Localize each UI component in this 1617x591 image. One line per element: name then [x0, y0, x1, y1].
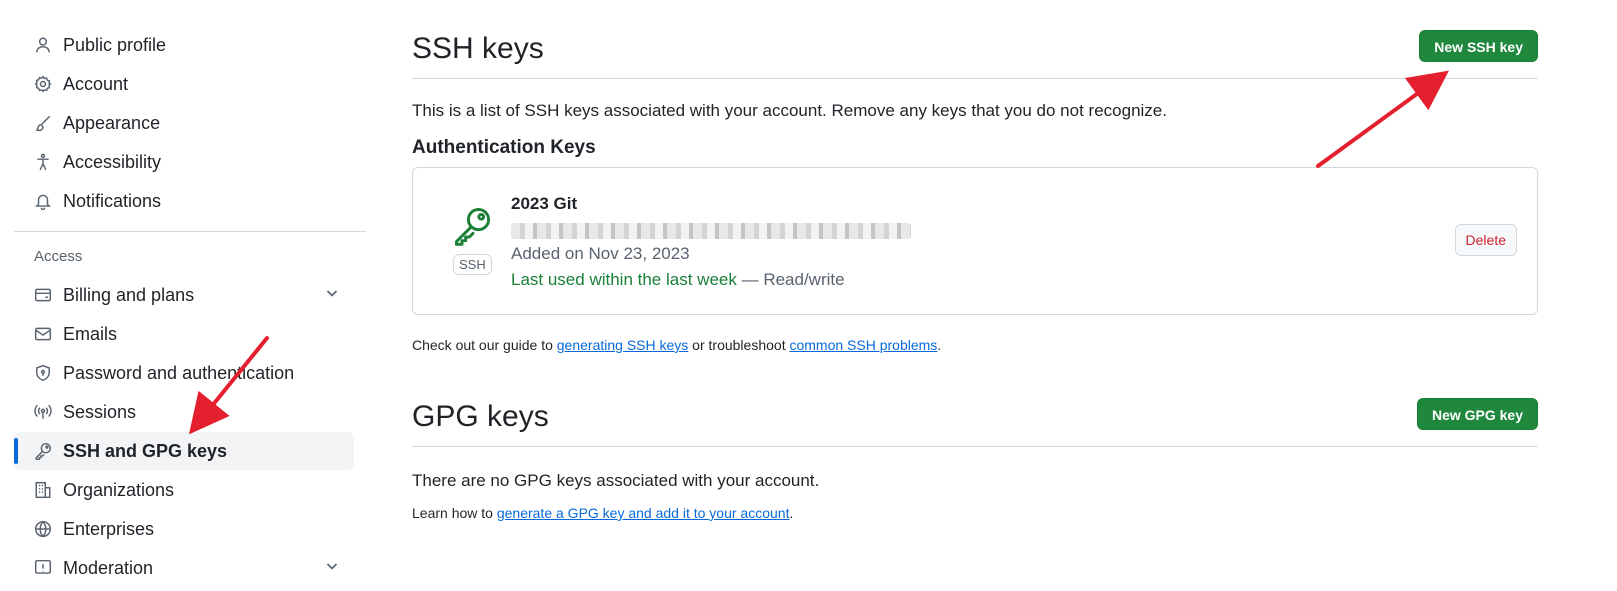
sidebar-item-label: Sessions: [63, 401, 137, 422]
sidebar-item-label: Notifications: [63, 190, 162, 211]
gpg-learn-prefix: Learn how to: [412, 505, 497, 521]
sidebar-divider: [14, 231, 366, 232]
paintbrush-icon: [34, 114, 52, 132]
gpg-learn-suffix: .: [789, 505, 794, 521]
bell-icon: [34, 192, 52, 210]
sidebar-item-label: Emails: [63, 323, 118, 344]
sidebar-item-accessibility[interactable]: Accessibility: [14, 143, 366, 181]
sidebar-item-ssh-and-gpg-keys[interactable]: SSH and GPG keys: [14, 432, 354, 470]
gpg-learn-text: Learn how to generate a GPG key and add …: [412, 505, 1538, 521]
guide-middle: or troubleshoot: [688, 337, 790, 353]
broadcast-icon: [34, 403, 52, 421]
generating-ssh-keys-link[interactable]: generating SSH keys: [557, 337, 689, 353]
sidebar-section-title-access: Access: [34, 248, 83, 265]
sidebar-item-label: Billing and plans: [63, 284, 195, 305]
ssh-key-item: SSH 2023 Git Added on Nov 23, 2023 Last …: [412, 167, 1538, 315]
credit-card-icon: [34, 286, 52, 304]
organization-icon: [34, 481, 52, 499]
sidebar-top-group: Public profile Account Appearance Accessibi…: [14, 26, 366, 220]
sidebar-item-label: Password and authentication: [63, 362, 295, 383]
sidebar-item-public-profile[interactable]: Public profile: [14, 26, 366, 64]
gpg-empty-text: There are no GPG keys associated with yo…: [412, 471, 820, 490]
ssh-header: SSH keys New SSH key: [412, 30, 1538, 79]
sidebar-item-billing-and-plans[interactable]: Billing and plans: [14, 276, 366, 314]
ssh-title: SSH keys: [412, 32, 544, 65]
shield-lock-icon: [34, 364, 52, 382]
sidebar-item-account[interactable]: Account: [14, 65, 366, 103]
generate-gpg-key-link[interactable]: generate a GPG key and add it to your ac…: [497, 505, 790, 521]
mail-icon: [34, 325, 52, 343]
ssh-key-access-level: — Read/write: [741, 270, 845, 289]
ssh-description: This is a list of SSH keys associated wi…: [412, 101, 1167, 120]
sidebar-item-label: Appearance: [63, 112, 161, 133]
sidebar-item-emails[interactable]: Emails: [14, 315, 366, 353]
ssh-badge: SSH: [453, 254, 492, 275]
gpg-title: GPG keys: [412, 400, 549, 433]
ssh-key-last-used-text: Last used within the last week: [511, 270, 737, 289]
key-icon: [34, 442, 52, 460]
ssh-key-title: 2023 Git: [511, 194, 578, 213]
main-content: SSH keys New SSH key This is a list of S…: [412, 30, 1538, 521]
sidebar-item-label: Moderation: [63, 557, 154, 578]
sidebar-item-moderation[interactable]: Moderation: [14, 549, 366, 587]
guide-prefix: Check out our guide to: [412, 337, 557, 353]
sidebar-item-notifications[interactable]: Notifications: [14, 182, 366, 220]
accessibility-icon: [34, 153, 52, 171]
key-icon: [451, 204, 495, 248]
sidebar-item-label: Accessibility: [63, 151, 162, 172]
person-icon: [34, 36, 52, 54]
common-ssh-problems-link[interactable]: common SSH problems: [789, 337, 937, 353]
sidebar-item-label: SSH and GPG keys: [63, 440, 228, 461]
sidebar-item-label: Organizations: [63, 479, 175, 500]
sidebar-item-password-and-authentication[interactable]: Password and authentication: [14, 354, 366, 392]
sidebar-item-organizations[interactable]: Organizations: [14, 471, 366, 509]
sidebar-item-sessions[interactable]: Sessions: [14, 393, 366, 431]
gear-icon: [34, 75, 52, 93]
ssh-key-fingerprint-redacted: [511, 223, 911, 239]
sidebar-item-label: Public profile: [63, 34, 167, 55]
sidebar-access-group: Billing and plans Emails Password and auth…: [14, 276, 366, 587]
active-indicator: [14, 438, 18, 464]
sidebar-item-label: Enterprises: [63, 518, 155, 539]
ssh-key-added-date: Added on Nov 23, 2023: [511, 244, 690, 263]
sidebar-item-enterprises[interactable]: Enterprises: [14, 510, 366, 548]
guide-suffix: .: [937, 337, 942, 353]
chevron-down-icon[interactable]: [324, 558, 340, 579]
report-icon: [34, 559, 52, 577]
ssh-key-last-used: Last used within the last week — Read/wr…: [511, 270, 845, 290]
gpg-header: GPG keys New GPG key: [412, 398, 1538, 447]
ssh-guide-text: Check out our guide to generating SSH ke…: [412, 337, 1538, 353]
new-gpg-key-button[interactable]: New GPG key: [1416, 398, 1538, 430]
delete-ssh-key-button[interactable]: Delete: [1454, 224, 1517, 256]
sidebar-item-label: Account: [63, 73, 129, 94]
globe-icon: [34, 520, 52, 538]
authentication-keys-heading: Authentication Keys: [412, 137, 596, 158]
chevron-down-icon[interactable]: [324, 285, 340, 306]
settings-sidebar: Public profile Account Appearance Accessibi…: [14, 26, 366, 588]
new-ssh-key-button[interactable]: New SSH key: [1419, 30, 1538, 62]
sidebar-item-appearance[interactable]: Appearance: [14, 104, 366, 142]
